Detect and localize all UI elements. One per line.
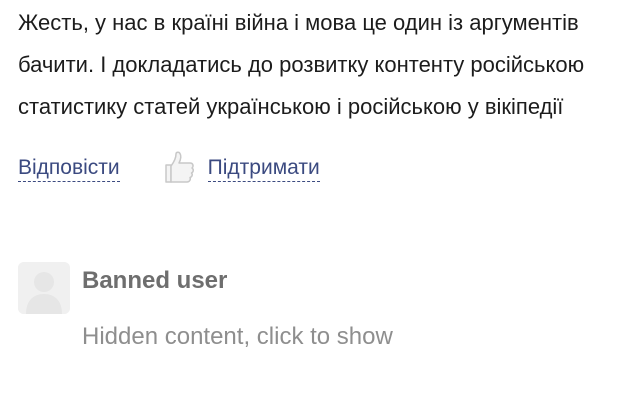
show-hidden-content[interactable]: Hidden content, click to show: [82, 320, 393, 354]
banned-comment: Banned user Hidden content, click to sho…: [18, 262, 618, 362]
comment-actions: Відповісти Підтримати: [18, 150, 320, 186]
comment-line: статистику статей українською і російськ…: [18, 94, 564, 119]
comment-line: Жесть, у нас в країні війна і мова це од…: [18, 10, 579, 35]
support-action[interactable]: Підтримати: [160, 150, 320, 186]
comment-line: бачити. І докладатись до розвитку контен…: [18, 52, 585, 77]
avatar: [18, 262, 70, 314]
banned-user-name: Banned user: [82, 267, 228, 294]
reply-link[interactable]: Відповісти: [18, 155, 120, 182]
support-link[interactable]: Підтримати: [207, 155, 320, 182]
user-silhouette-icon: [18, 262, 70, 314]
thumbs-up-icon[interactable]: [160, 150, 200, 186]
comment-body: Жесть, у нас в країні війна і мова це од…: [18, 2, 640, 128]
